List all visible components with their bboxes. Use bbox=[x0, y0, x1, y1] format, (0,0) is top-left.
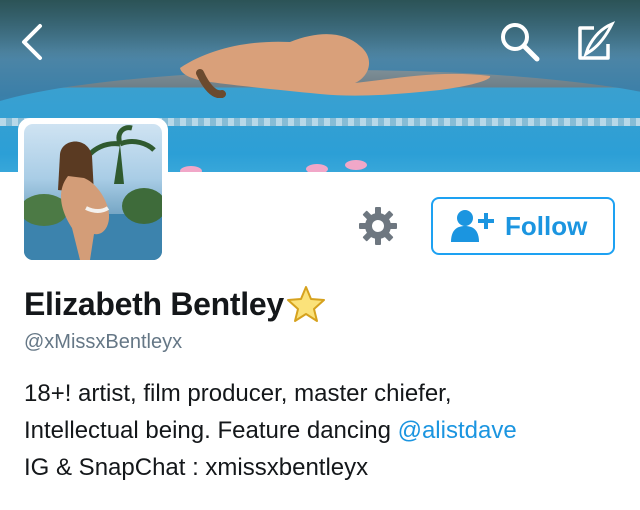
search-icon bbox=[501, 23, 540, 62]
compose-button[interactable] bbox=[570, 18, 618, 66]
profile-handle: @xMissxBentleyx bbox=[24, 331, 183, 353]
compose-tweet-icon bbox=[578, 21, 616, 60]
follow-button[interactable]: Follow bbox=[431, 197, 615, 255]
profile-name-row: Elizabeth Bentley bbox=[24, 285, 326, 323]
avatar-photo bbox=[24, 124, 162, 260]
banner-figure-illustration bbox=[180, 34, 491, 98]
profile-avatar[interactable] bbox=[18, 118, 168, 266]
settings-button[interactable] bbox=[357, 205, 399, 247]
follow-button-label: Follow bbox=[505, 210, 588, 241]
banner-flower bbox=[345, 160, 367, 170]
search-button[interactable] bbox=[496, 18, 544, 66]
star-icon bbox=[286, 286, 325, 322]
bio-text: Intellectual being. Feature dancing bbox=[24, 417, 391, 444]
bio-line: Intellectual being. Feature dancing @ali… bbox=[24, 412, 624, 449]
gear-icon bbox=[359, 207, 397, 245]
profile-name: Elizabeth Bentley bbox=[24, 285, 284, 322]
chevron-left-icon bbox=[22, 24, 42, 60]
banner-flower bbox=[306, 164, 328, 172]
back-button[interactable] bbox=[8, 18, 56, 66]
profile-bio: 18+! artist, film producer, master chief… bbox=[24, 375, 624, 486]
bio-line: 18+! artist, film producer, master chief… bbox=[24, 380, 452, 407]
banner-flower bbox=[180, 166, 202, 172]
add-user-icon bbox=[451, 210, 494, 242]
bio-mention-link[interactable]: @alistdave bbox=[398, 417, 517, 444]
avatar-photo-illustration bbox=[24, 125, 162, 260]
bio-line: IG & SnapChat : xmissxbentleyx bbox=[24, 454, 369, 481]
